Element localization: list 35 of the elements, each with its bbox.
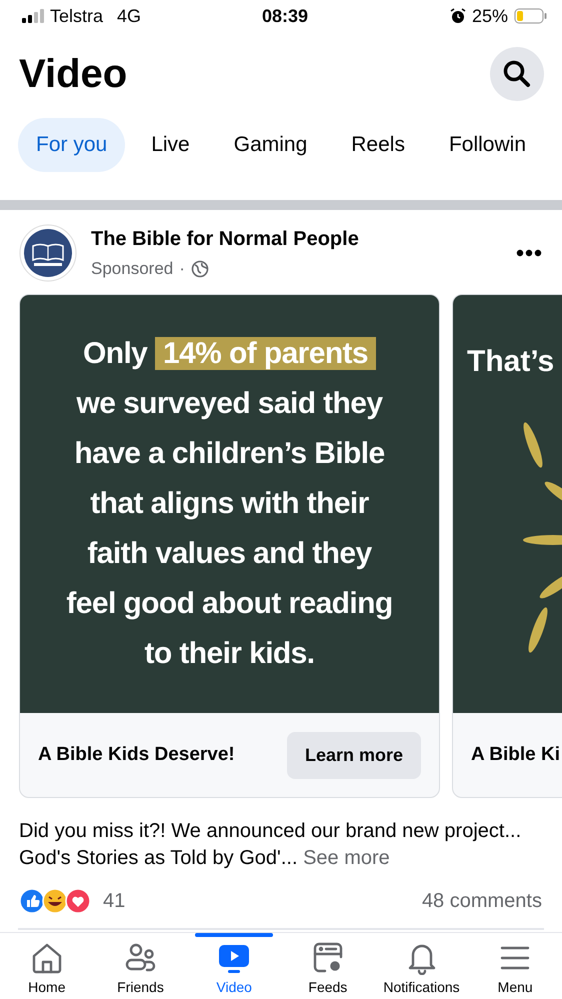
nav-tab[interactable]: Feeds: [281, 933, 375, 999]
category-tab[interactable]: For you: [18, 118, 126, 172]
battery-percent: 25%: [472, 6, 508, 26]
signal-icon: [22, 9, 44, 23]
comments-count[interactable]: 48 comments: [422, 890, 542, 912]
page-name[interactable]: The Bible for Normal People: [91, 228, 502, 250]
learn-more-button[interactable]: Learn more: [286, 732, 421, 778]
nav-tab[interactable]: Notifications: [374, 933, 468, 999]
post-caption: Did you miss it?! We announced our brand new project... God's Stories as Told by God'... See more: [18, 819, 522, 871]
carrier-name: Telstra: [50, 6, 104, 26]
reaction-count: 41: [103, 890, 126, 912]
sponsored-label: Sponsored: [91, 258, 174, 278]
ad-headline: Only 14% of parents we surveyed said they have a children’s Bible that aligns with their faith values and they feel good about reading to their kids.: [65, 336, 394, 672]
nav-tab[interactable]: Home: [0, 933, 94, 999]
network-type: 4G: [117, 6, 142, 26]
logo-icon: [19, 224, 77, 282]
ad-title: A Bible Ki: [471, 744, 560, 766]
more-options-icon[interactable]: [516, 249, 542, 257]
nav-tab[interactable]: Menu: [468, 933, 562, 999]
nav-tab[interactable]: Video: [187, 933, 282, 999]
nav-tab[interactable]: Friends: [94, 933, 188, 999]
category-tab[interactable]: Gaming: [216, 118, 326, 172]
page-title: Video: [19, 52, 128, 96]
category-tab[interactable]: Reels: [333, 118, 423, 172]
category-tab[interactable]: Followin: [430, 118, 544, 172]
clock-time: 08:39: [262, 6, 308, 26]
ad-title: A Bible Kids Deserve!: [38, 744, 235, 766]
see-more-link[interactable]: See more: [303, 847, 390, 869]
category-tab[interactable]: Live: [133, 118, 208, 172]
ad-headline: That’s: [467, 345, 554, 379]
battery-icon: [514, 8, 548, 24]
separator-dot: ·: [179, 258, 185, 278]
alarm-icon: [450, 8, 466, 24]
search-icon: [502, 59, 532, 89]
globe-icon: [190, 260, 209, 278]
